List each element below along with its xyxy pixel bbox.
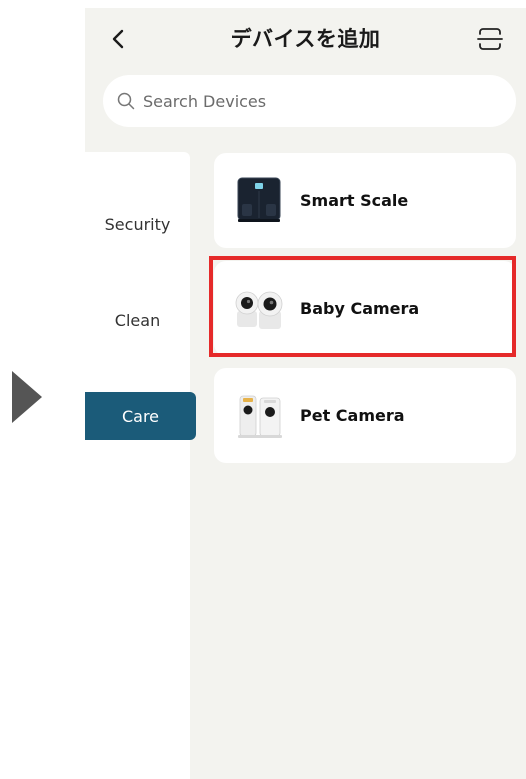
sidebar-item-label: Care	[121, 406, 160, 426]
search-icon	[117, 91, 137, 111]
device-name: Pet Camera	[300, 406, 405, 425]
scan-button[interactable]	[475, 24, 505, 54]
category-sidebar: Security Clean Care	[85, 152, 196, 779]
search-input[interactable]	[141, 90, 505, 112]
sidebar-item-clean[interactable]: Clean	[85, 296, 190, 344]
sidebar-item-security[interactable]: Security	[85, 200, 190, 248]
page-title: デバイスを追加	[230, 27, 381, 51]
header: デバイスを追加	[85, 8, 526, 70]
sidebar-item-label: Clean	[114, 310, 161, 330]
scan-icon	[477, 28, 503, 50]
sidebar-item-label: Security	[104, 214, 171, 234]
add-device-screen: デバイスを追加 Security Clean Care	[85, 8, 526, 779]
play-arrow-icon	[12, 371, 42, 423]
smart-scale-icon	[237, 177, 281, 222]
sidebar-item-care[interactable]: Care	[85, 392, 196, 440]
device-card-smart-scale[interactable]: Smart Scale	[214, 153, 516, 248]
device-name: Smart Scale	[300, 191, 409, 210]
device-card-baby-camera[interactable]: Baby Camera	[214, 261, 516, 356]
pet-camera-icon	[238, 395, 282, 438]
device-name: Baby Camera	[300, 299, 420, 318]
baby-camera-icon	[235, 291, 283, 329]
device-card-pet-camera[interactable]: Pet Camera	[214, 368, 516, 463]
search-bar[interactable]	[103, 75, 516, 127]
